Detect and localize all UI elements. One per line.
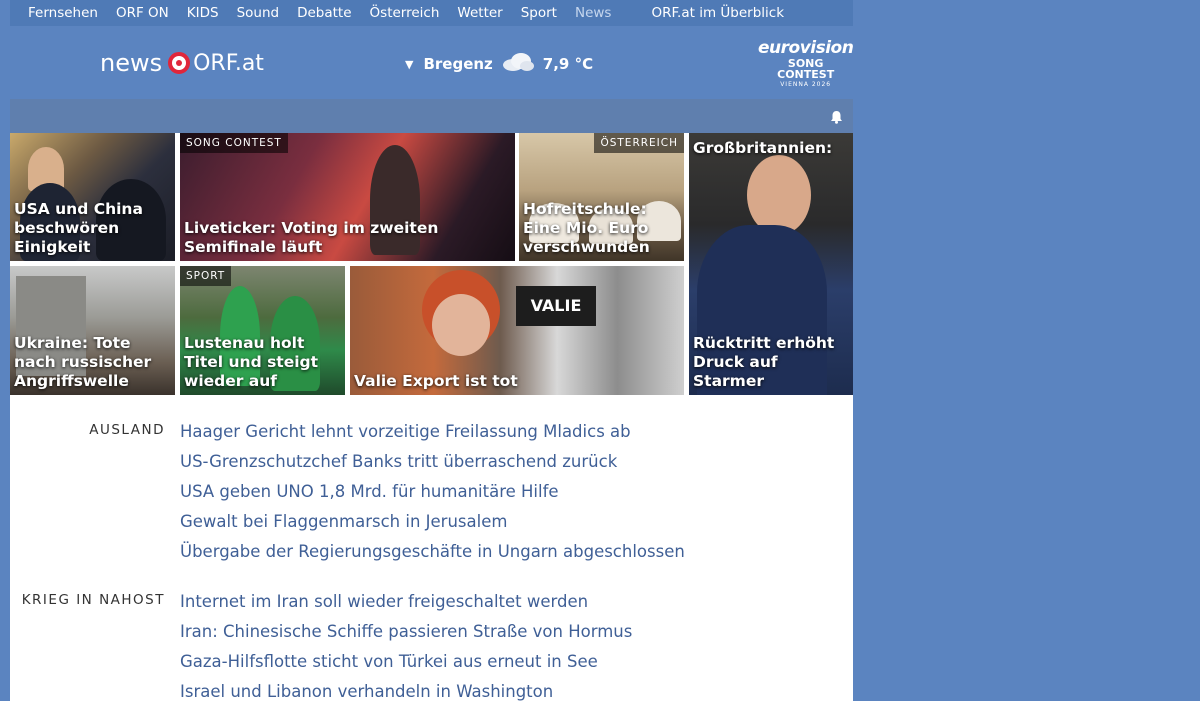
story-category-label: SPORT: [180, 266, 232, 286]
story-headline: Rücktritt erhöht Druck auf Starmer: [693, 334, 835, 390]
section-links: Haager Gericht lehnt vorzeitige Freilass…: [180, 417, 685, 567]
nav-overview[interactable]: ORF.at im Überblick: [651, 5, 784, 21]
news-orf-logo[interactable]: news ORF.at: [100, 48, 264, 78]
news-link[interactable]: Internet im Iran soll wieder freigeschal…: [180, 587, 632, 617]
news-link[interactable]: Iran: Chinesische Schiffe passieren Stra…: [180, 617, 632, 647]
story-tile-grossbritannien[interactable]: Großbritannien: Rücktritt erhöht Druck a…: [689, 133, 853, 395]
story-tile-lustenau[interactable]: SPORT Lustenau holt Titel und steigt wie…: [180, 266, 345, 395]
section-title: KRIEG IN NAHOST: [21, 592, 165, 608]
story-headline: Lustenau holt Titel und steigt wieder au…: [184, 334, 319, 390]
story-headline: Valie Export ist tot: [354, 372, 518, 390]
story-headline: Liveticker: Voting im zweiten Semifinale…: [184, 219, 439, 256]
news-link[interactable]: Haager Gericht lehnt vorzeitige Freilass…: [180, 417, 685, 447]
section-links: Internet im Iran soll wieder freigeschal…: [180, 587, 632, 701]
news-link[interactable]: Übergabe der Regierungsgeschäfte in Unga…: [180, 537, 685, 567]
story-tile-usa-china[interactable]: USA und China beschwören Einigkeit: [10, 133, 175, 261]
weather-temperature: 7,9 °C: [542, 55, 594, 73]
weather-widget[interactable]: ▼ Bregenz 7,9 °C: [405, 52, 593, 76]
esc-logo-line3: VIENNA 2026: [780, 81, 832, 88]
top-stories-grid: USA und China beschwören Einigkeit SONG …: [10, 133, 853, 395]
news-link[interactable]: Israel und Libanon verhandeln in Washing…: [180, 677, 632, 701]
bell-icon[interactable]: [830, 109, 843, 128]
sub-bar: [10, 99, 853, 133]
nav-oesterreich[interactable]: Österreich: [370, 5, 440, 21]
tile-photo-face: [432, 294, 490, 356]
top-navigation: Fernsehen ORF ON KIDS Sound Debatte Öste…: [10, 0, 853, 26]
section-ausland: AUSLAND Haager Gericht lehnt vorzeitige …: [10, 417, 853, 567]
nav-kids[interactable]: KIDS: [187, 5, 219, 21]
nav-fernsehen[interactable]: Fernsehen: [28, 5, 98, 21]
logo-news-text: news: [100, 49, 163, 77]
news-link[interactable]: USA geben UNO 1,8 Mrd. für humanitäre Hi…: [180, 477, 685, 507]
esc-logo-line1: eurovision: [758, 38, 854, 58]
nav-sport[interactable]: Sport: [521, 5, 557, 21]
tile-photo-face: [747, 155, 811, 235]
story-headline: Hofreitschule: Eine Mio. Euro verschwund…: [523, 200, 650, 256]
esc-logo-line2: SONG CONTEST: [777, 57, 835, 81]
cloud-icon: [501, 52, 535, 76]
story-headline-kicker: Großbritannien:: [693, 139, 833, 157]
story-tile-valie-export[interactable]: VALIE Valie Export ist tot: [350, 266, 684, 395]
weather-city: Bregenz: [423, 55, 493, 73]
nav-debatte[interactable]: Debatte: [297, 5, 351, 21]
nav-news[interactable]: News: [575, 5, 611, 21]
section-title: AUSLAND: [89, 422, 165, 438]
story-category-label: SONG CONTEST: [180, 133, 288, 153]
tile-photo-sign: VALIE: [516, 286, 596, 326]
story-tile-hofreitschule[interactable]: ÖSTERREICH Hofreitschule: Eine Mio. Euro…: [519, 133, 684, 261]
story-tile-ukraine[interactable]: Ukraine: Tote nach russischer Angriffswe…: [10, 266, 175, 395]
story-category-label: ÖSTERREICH: [594, 133, 684, 153]
news-link[interactable]: Gaza-Hilfsflotte sticht von Türkei aus e…: [180, 647, 632, 677]
orf-eye-icon: [168, 52, 191, 74]
nav-sound[interactable]: Sound: [237, 5, 280, 21]
story-headline: USA und China beschwören Einigkeit: [14, 200, 143, 256]
logo-orf-text: ORF.at: [193, 50, 264, 76]
nav-wetter[interactable]: Wetter: [457, 5, 502, 21]
main-content: USA und China beschwören Einigkeit SONG …: [10, 99, 853, 701]
site-header: news ORF.at ▼ Bregenz 7,9 °C eurovision …: [10, 26, 854, 99]
section-krieg-in-nahost: KRIEG IN NAHOST Internet im Iran soll wi…: [10, 587, 853, 701]
story-tile-song-contest[interactable]: SONG CONTEST Liveticker: Voting im zweit…: [180, 133, 515, 261]
news-link[interactable]: Gewalt bei Flaggenmarsch in Jerusalem: [180, 507, 685, 537]
news-sections: AUSLAND Haager Gericht lehnt vorzeitige …: [10, 395, 853, 701]
nav-orf-on[interactable]: ORF ON: [116, 5, 169, 21]
dropdown-caret-icon[interactable]: ▼: [405, 58, 413, 71]
eurovision-logo[interactable]: eurovision SONG CONTEST VIENNA 2026: [758, 38, 854, 88]
news-link[interactable]: US-Grenzschutzchef Banks tritt überrasch…: [180, 447, 685, 477]
story-headline: Ukraine: Tote nach russischer Angriffswe…: [14, 334, 152, 390]
